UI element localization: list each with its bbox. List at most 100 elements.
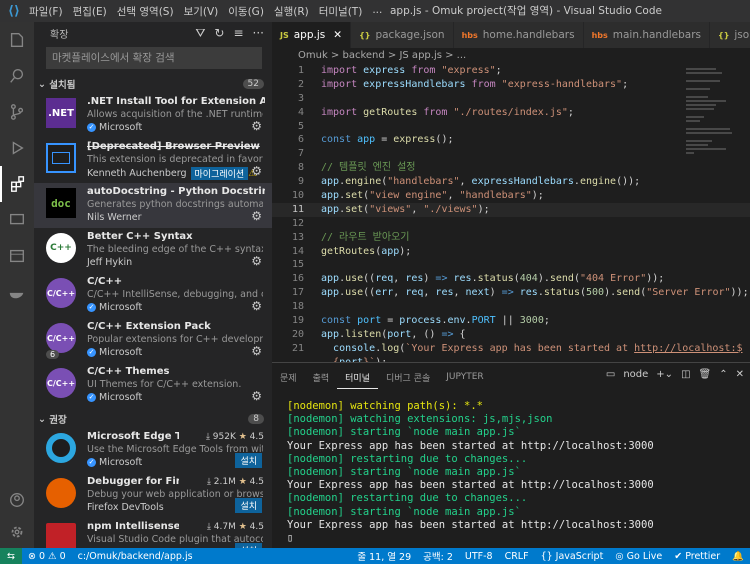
tab-main-handlebars[interactable]: hbs main.handlebars <box>583 22 710 48</box>
new-terminal-icon[interactable]: +⌄ <box>656 369 673 380</box>
code-line[interactable]: 3 <box>272 92 750 106</box>
extension-gear-icon[interactable]: ⚙ <box>251 254 262 268</box>
extension-gear-icon[interactable]: ⚙ <box>251 389 262 403</box>
code-line[interactable]: 16 app.use((req, res) => res.status(404).… <box>272 272 750 286</box>
refresh-icon[interactable]: ↻ <box>214 26 224 41</box>
browser-preview-icon[interactable] <box>0 238 34 274</box>
extension-search-input[interactable]: 마켓플레이스에서 확장 검색 <box>46 47 262 69</box>
account-icon[interactable] <box>0 482 34 518</box>
extension-gear-icon[interactable]: ⚙ <box>251 119 262 133</box>
code-line[interactable]: 5 <box>272 120 750 134</box>
settings-gear-icon[interactable] <box>0 514 34 550</box>
recommended-extension-item[interactable]: Microsoft Edge Tools for VS Code ⤓ 952K ★… <box>34 428 272 473</box>
code-line[interactable]: 21 console.log(`Your Express app has bee… <box>272 342 750 356</box>
menu-item[interactable]: 파일(F) <box>28 4 64 19</box>
code-editor[interactable]: 1 import express from "express"; 2 import e… <box>272 64 750 362</box>
code-line[interactable]: 19 const port = process.env.PORT || 3000; <box>272 314 750 328</box>
close-tab-icon[interactable]: ✕ <box>333 29 342 41</box>
menu-item[interactable]: 실행(R) <box>273 4 310 19</box>
trash-icon[interactable]: 🗑 <box>699 369 712 380</box>
recommended-section-header[interactable]: ⌄ 권장 8 <box>34 410 272 428</box>
problems-status[interactable]: ⊗ 0 ⚠ 0 <box>22 551 72 562</box>
menu-item[interactable]: 편집(E) <box>72 4 108 19</box>
extension-gear-icon[interactable]: ⚙ <box>251 164 262 178</box>
docker-icon[interactable] <box>0 274 34 310</box>
extension-item[interactable]: doc autoDocstring - Python Docstring Gene… <box>34 183 272 228</box>
extension-item[interactable]: C/C++ C/C++ Themes UI Themes for C/C++ ext… <box>34 363 272 408</box>
code-line[interactable]: 18 <box>272 300 750 314</box>
code-line[interactable]: 6 const app = express(); <box>272 133 750 147</box>
code-line[interactable]: 1 import express from "express"; <box>272 64 750 78</box>
language-status[interactable]: {} JavaScript <box>535 551 610 562</box>
menu-item[interactable]: ... <box>371 4 383 19</box>
code-line[interactable]: 13 // 라우트 받아오기 <box>272 231 750 245</box>
code-line[interactable]: 14 getRoutes(app); <box>272 245 750 259</box>
terminal-shell-name[interactable]: node <box>623 369 648 380</box>
code-line[interactable]: 2 import expressHandlebars from "express-… <box>272 78 750 92</box>
tab-package-json[interactable]: {} package.json <box>351 22 454 48</box>
code-line[interactable]: 11 app.set("views", "./views"); <box>272 202 750 217</box>
explorer-icon[interactable] <box>0 22 34 58</box>
cursor-position-status[interactable]: 줄 11, 열 29 <box>351 549 417 563</box>
clear-icon[interactable]: ≡ <box>233 26 243 41</box>
install-button[interactable]: 설치 <box>235 453 262 468</box>
code-line[interactable]: 8 // 템플릿 엔진 설정 <box>272 161 750 175</box>
indentation-status[interactable]: 공백: 2 <box>417 549 459 563</box>
install-button[interactable]: 설치 <box>235 498 262 513</box>
extension-item[interactable]: C/C++ C/C++ C/C++ IntelliSense, debugging,… <box>34 273 272 318</box>
tab-home-handlebars[interactable]: hbs home.handlebars <box>453 22 584 48</box>
prettier-status[interactable]: ✔ Prettier <box>668 551 726 562</box>
code-line[interactable]: 20 app.listen(port, () => { <box>272 328 750 342</box>
migrate-badge[interactable]: 마이그레이션 <box>190 167 249 180</box>
code-line[interactable]: 17 app.use((err, req, res, next) => res.s… <box>272 286 750 300</box>
extensions-icon[interactable] <box>0 166 34 202</box>
installed-section-header[interactable]: ⌄ 설치됨 52 <box>34 75 272 93</box>
tab-app-js[interactable]: JS app.js ✕ <box>272 22 352 48</box>
eol-status[interactable]: CRLF <box>499 551 535 562</box>
close-panel-icon[interactable]: ✕ <box>736 369 744 380</box>
recommended-extension-item[interactable]: Debugger for Firefox⤓ 2.1M ★ 4.5Debug yo… <box>34 473 272 518</box>
file-path-status[interactable]: c:/Omuk/backend/app.js <box>72 551 199 562</box>
terminal-line: [nodemon] starting `node main app.js` <box>287 466 521 479</box>
code-line[interactable]: 12 <box>272 217 750 231</box>
source-control-icon[interactable] <box>0 94 34 130</box>
terminal-output[interactable]: [nodemon] watching path(s): *.* [nodemon]… <box>287 400 654 545</box>
line-number: 8 <box>297 162 304 174</box>
search-icon[interactable] <box>0 58 34 94</box>
menu-item[interactable]: 보기(V) <box>183 4 220 19</box>
code-line[interactable]: 15 <box>272 258 750 272</box>
menu-item[interactable]: 이동(G) <box>227 4 265 19</box>
extension-item[interactable]: C/C++ 6 C/C++ Extension Pack Popular extens… <box>34 318 272 363</box>
tab-json[interactable]: {} json <box>710 22 750 48</box>
go-live-status[interactable]: ◎ Go Live <box>609 551 668 562</box>
extension-item[interactable]: [Deprecated] Browser Preview This extensi… <box>34 138 272 183</box>
more-icon[interactable]: ··· <box>253 26 264 41</box>
remote-explorer-icon[interactable] <box>0 202 34 238</box>
notifications-icon[interactable]: 🔔 <box>726 551 750 562</box>
extension-gear-icon[interactable]: ⚙ <box>251 209 262 223</box>
maximize-panel-icon[interactable]: ⌃ <box>719 369 727 380</box>
panel-tab[interactable]: 출력 <box>305 371 338 384</box>
extension-gear-icon[interactable]: ⚙ <box>251 344 262 358</box>
terminal-shell-icon[interactable]: ▭ <box>606 369 615 380</box>
panel-tab[interactable]: 문제 <box>272 371 305 384</box>
run-debug-icon[interactable] <box>0 130 34 166</box>
panel-tab[interactable]: 디버그 콘솔 <box>378 371 438 384</box>
breadcrumb[interactable]: Omuk > backend > JS app.js > ... <box>272 48 750 64</box>
filter-icon[interactable]: ⛛ <box>195 26 205 41</box>
code-line[interactable]: 9 app.engine("handlebars", expressHandleb… <box>272 175 750 189</box>
extension-item[interactable]: .NET .NET Install Tool for Extension Auth… <box>34 93 272 138</box>
panel-tab[interactable]: JUPYTER <box>438 372 491 382</box>
extension-gear-icon[interactable]: ⚙ <box>251 299 262 313</box>
code-line[interactable]: 7 <box>272 147 750 161</box>
extension-item[interactable]: C++ Better C++ Syntax The bleeding edge of… <box>34 228 272 273</box>
remote-icon[interactable]: ⇆ <box>0 548 22 564</box>
encoding-status[interactable]: UTF-8 <box>459 551 499 562</box>
code-line[interactable]: 4 import getRoutes from "./routes/index.j… <box>272 106 750 120</box>
menu-item[interactable]: 터미널(T) <box>318 4 364 19</box>
panel-tab[interactable]: 터미널 <box>337 366 378 389</box>
menu-item[interactable]: 선택 영역(S) <box>116 4 175 19</box>
code-line[interactable]: 10 app.set("view engine", "handlebars"); <box>272 189 750 203</box>
minimap[interactable] <box>686 64 736 362</box>
split-terminal-icon[interactable]: ◫ <box>681 369 690 380</box>
